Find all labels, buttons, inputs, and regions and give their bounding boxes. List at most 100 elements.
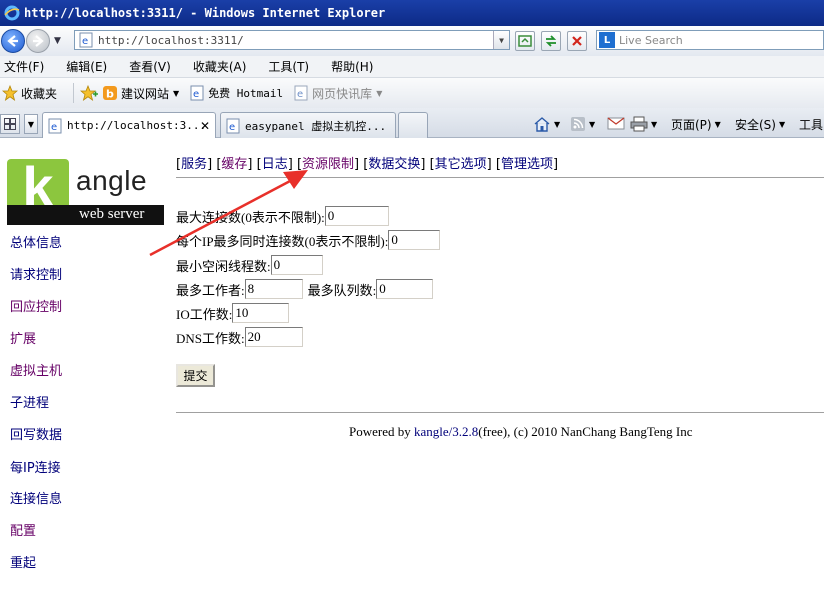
max-connections-input[interactable] (324, 206, 389, 226)
chevron-down-icon: ▼ (589, 119, 596, 129)
dns-workers-input[interactable] (244, 327, 303, 347)
logo-word: angle (76, 165, 148, 196)
ie-page-icon: e (48, 118, 62, 133)
topnav-link[interactable]: 缓存 (221, 157, 247, 172)
fav-suggested-sites[interactable]: b 建议网站 ▼ (102, 85, 179, 102)
min-idle-threads-label: 最小空闲线程数: (176, 258, 271, 274)
sidebar-item[interactable]: 配置 (10, 520, 36, 539)
io-workers-input[interactable] (232, 303, 290, 323)
address-dropdown[interactable]: ▼ (493, 31, 509, 49)
menu-tools[interactable]: 工具(T) (264, 58, 309, 75)
field-row-max-connections: 最大连接数(0表示不限制): (176, 206, 389, 226)
grid-icon (4, 118, 16, 130)
home-icon (534, 117, 550, 132)
sidebar-item[interactable]: 重起 (10, 552, 36, 571)
svg-text:e: e (51, 122, 57, 133)
max-queue-input[interactable] (376, 279, 434, 299)
field-row-dns-workers: DNS工作数: (176, 327, 303, 347)
topnav-link[interactable]: 服务 (181, 157, 207, 172)
add-favorite-icon[interactable] (80, 85, 99, 101)
quick-tabs-button[interactable] (0, 114, 20, 134)
max-queue-label: 最多队列数: (307, 282, 377, 298)
forward-button[interactable] (26, 29, 50, 53)
tab-list-dropdown[interactable]: ▼ (24, 114, 38, 134)
ie-page-icon: e (294, 85, 308, 101)
tools-menu[interactable]: 工具 (799, 116, 823, 133)
per-ip-connections-label: 每个IP最多同时连接数(0表示不限制): (176, 233, 389, 249)
kangle-version-link[interactable]: kangle/3.2.8 (414, 424, 478, 439)
tab-easypanel[interactable]: e easypanel 虚拟主机控... (220, 112, 396, 138)
favorites-button[interactable]: 收藏夹 (2, 85, 57, 102)
live-search-icon: L (599, 32, 615, 48)
bracket: ] (552, 157, 559, 172)
sidebar-item[interactable]: 每IP连接 (10, 457, 61, 476)
sidebar-item[interactable]: 回写数据 (10, 424, 62, 443)
footer-suffix: (free), (c) 2010 NanChang BangTeng Inc (478, 424, 693, 439)
chevron-down-icon: ▼ (554, 119, 561, 129)
footer: Powered by kangle/3.2.8(free), (c) 2010 … (349, 424, 693, 440)
feeds-button[interactable]: ▼ (570, 116, 595, 132)
print-button[interactable]: ▼ (630, 116, 657, 132)
min-idle-threads-input[interactable] (270, 255, 323, 275)
fav-hotmail[interactable]: e 免费 Hotmail (189, 85, 283, 101)
safety-menu-label: 安全(S) (735, 118, 776, 132)
max-workers-input[interactable] (244, 279, 303, 299)
back-button[interactable] (1, 29, 25, 53)
search-input[interactable]: Live Search (619, 34, 683, 47)
per-ip-connections-input[interactable] (388, 230, 441, 250)
safety-menu[interactable]: 安全(S) ▼ (735, 116, 785, 133)
fav-web-slice-gallery[interactable]: e 网页快讯库 ▼ (293, 85, 382, 102)
sidebar-item[interactable]: 总体信息 (10, 232, 62, 251)
sidebar-item[interactable]: 请求控制 (10, 264, 62, 283)
rss-icon (571, 117, 585, 131)
mail-icon (607, 117, 625, 130)
read-mail-button[interactable] (607, 116, 625, 130)
navigation-bar: ▼ e http://localhost:3311/ ▼ L Live Sear… (0, 26, 824, 56)
topnav-link[interactable]: 管理选项 (501, 157, 553, 172)
svg-text:e: e (193, 89, 199, 100)
stop-button[interactable] (567, 31, 587, 51)
page-menu[interactable]: 页面(P) ▼ (671, 116, 721, 133)
top-navigation: [服务] [缓存] [日志] [资源限制] [数据交换] [其它选项] [管理选… (176, 153, 558, 172)
chevron-down-icon: ▼ (173, 88, 180, 98)
sidebar-item[interactable]: 回应控制 (10, 296, 62, 315)
sidebar-item[interactable]: 连接信息 (10, 488, 62, 507)
search-box[interactable]: L Live Search (596, 30, 824, 50)
divider (176, 412, 824, 413)
sidebar-item[interactable]: 虚拟主机 (10, 360, 62, 379)
topnav-link[interactable]: 其它选项 (435, 157, 487, 172)
divider (73, 83, 75, 103)
sidebar-item[interactable]: 扩展 (10, 328, 36, 347)
field-row-min-idle: 最小空闲线程数: (176, 255, 323, 275)
home-button[interactable]: ▼ (533, 116, 560, 132)
ie-page-icon: e (190, 85, 204, 101)
fav-hotmail-label: 免费 Hotmail (208, 87, 284, 100)
chevron-down-icon: ▼ (651, 119, 658, 129)
suggested-sites-icon: b (103, 86, 118, 101)
menu-view[interactable]: 查看(V) (125, 58, 171, 75)
topnav-link[interactable]: 数据交换 (368, 157, 420, 172)
tab-localhost[interactable]: e http://localhost:3... ✕ (42, 112, 216, 138)
field-row-per-ip: 每个IP最多同时连接数(0表示不限制): (176, 230, 441, 250)
chevron-down-icon: ▼ (714, 120, 721, 129)
address-bar[interactable]: e http://localhost:3311/ ▼ (74, 30, 510, 50)
menu-favorites[interactable]: 收藏夹(A) (189, 58, 247, 75)
menu-file[interactable]: 文件(F) (0, 58, 44, 75)
submit-button[interactable]: 提交 (176, 364, 215, 387)
new-tab-button[interactable] (398, 112, 428, 138)
bracket: ] (247, 157, 253, 172)
dns-workers-label: DNS工作数: (176, 330, 245, 346)
topnav-link[interactable]: 资源限制 (302, 157, 354, 172)
chevron-down-icon: ▼ (778, 120, 786, 129)
recent-pages-dropdown[interactable]: ▼ (54, 36, 66, 46)
menu-edit[interactable]: 编辑(E) (62, 58, 107, 75)
topnav-link[interactable]: 日志 (262, 157, 288, 172)
refresh-button[interactable] (541, 31, 561, 51)
close-tab-icon[interactable]: ✕ (200, 119, 210, 133)
menu-help[interactable]: 帮助(H) (327, 58, 373, 75)
sidebar-item[interactable]: 子进程 (10, 392, 49, 411)
compatibility-view-button[interactable] (515, 31, 535, 51)
compatibility-icon (518, 35, 532, 47)
close-icon (572, 36, 582, 46)
max-workers-label: 最多工作者: (176, 282, 245, 298)
